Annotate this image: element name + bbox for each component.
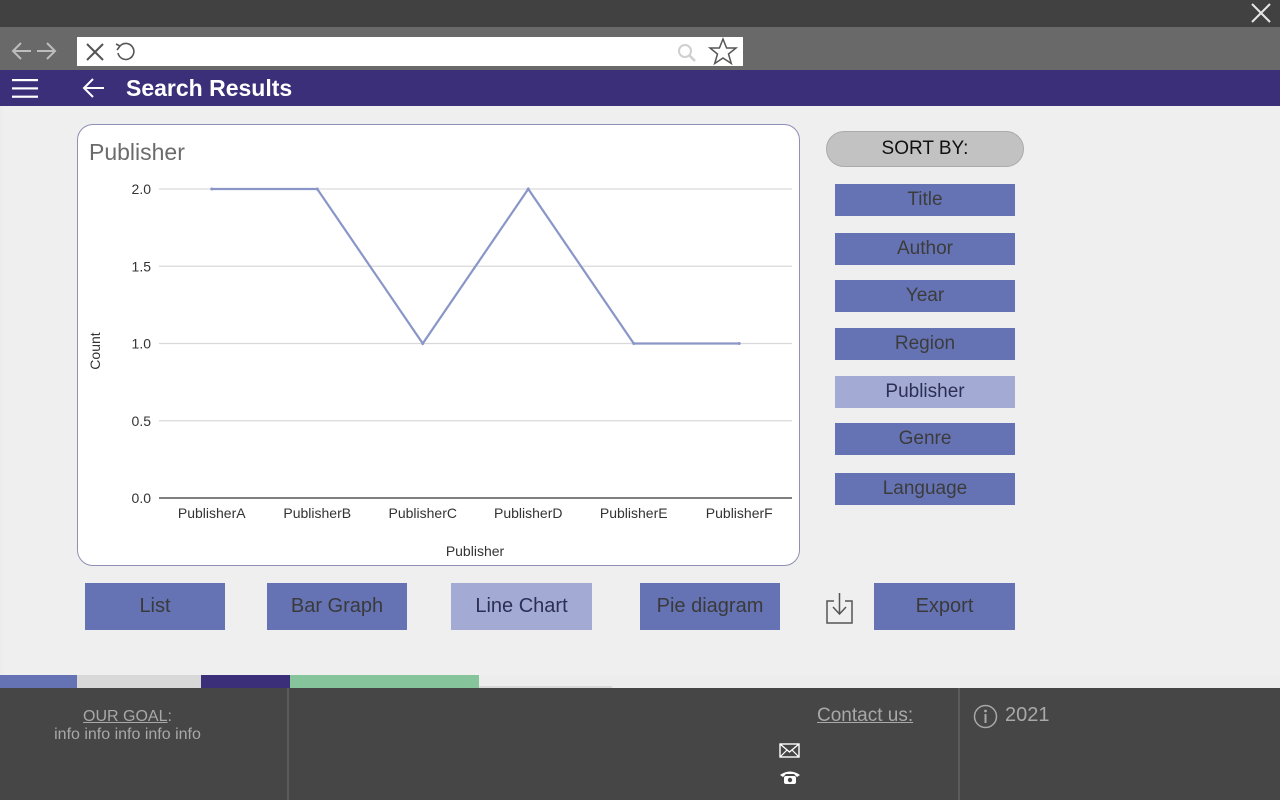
stripe-segment [77, 675, 201, 688]
sort-by-heading: SORT BY: [826, 131, 1024, 167]
y-tick-label: 1.5 [132, 258, 152, 274]
data-point [632, 342, 636, 345]
y-tick-label: 1.0 [132, 336, 152, 352]
sort-publisher-button[interactable]: Publisher [835, 376, 1015, 408]
back-arrow-icon[interactable] [11, 42, 31, 60]
sort-year-button[interactable]: Year [835, 280, 1015, 312]
address-bar[interactable] [77, 37, 743, 66]
data-point [210, 187, 214, 191]
bar-graph-button[interactable]: Bar Graph [267, 583, 407, 630]
phone-icon[interactable] [779, 770, 801, 785]
sort-author-button[interactable]: Author [835, 233, 1015, 265]
x-tick-label: PublisherD [494, 505, 562, 521]
star-icon[interactable] [707, 37, 739, 66]
sort-genre-button[interactable]: Genre [835, 423, 1015, 455]
hamburger-icon[interactable] [12, 79, 39, 98]
x-tick-label: PublisherE [600, 505, 668, 521]
x-axis-label: Publisher [446, 543, 505, 559]
x-tick-label: PublisherB [283, 505, 351, 521]
data-point [737, 342, 741, 345]
footer-divider [958, 688, 960, 800]
browser-toolbar [0, 27, 1280, 70]
download-icon[interactable] [825, 592, 854, 625]
forward-arrow-icon[interactable] [37, 42, 57, 60]
close-icon[interactable] [1250, 2, 1272, 24]
sort-language-button[interactable]: Language [835, 473, 1015, 505]
app-header: Search Results [0, 70, 1280, 106]
our-goal-colon: : [167, 708, 172, 725]
reload-icon[interactable] [114, 41, 138, 63]
clear-icon[interactable] [85, 42, 105, 62]
y-tick-label: 0.0 [132, 490, 152, 506]
copyright-year: 2021 [1005, 704, 1050, 726]
y-tick-label: 0.5 [132, 413, 152, 429]
x-tick-label: PublisherF [706, 505, 773, 521]
back-arrow-icon[interactable] [82, 76, 106, 100]
y-tick-label: 2.0 [132, 181, 152, 197]
footer-divider [287, 688, 289, 800]
stripe-segment [290, 675, 479, 688]
list-view-button[interactable]: List [85, 583, 225, 630]
x-tick-label: PublisherA [178, 505, 246, 521]
line-chart: 0.0 0.5 1.0 1.5 2.0 PublisherA PublisherB Publi… [87, 181, 792, 559]
page-title: Search Results [126, 75, 293, 101]
stripe-segment [201, 675, 290, 688]
sort-title-button[interactable]: Title [835, 184, 1015, 216]
stripe-segment [0, 675, 77, 688]
chart-card: Publisher 0.0 0.5 1.0 1.5 2.0 PublisherA Publi… [77, 124, 800, 566]
browser-nav [11, 42, 57, 60]
sort-region-button[interactable]: Region [835, 328, 1015, 360]
export-button[interactable]: Export [874, 583, 1015, 630]
contact-us-link[interactable]: Contact us: [817, 705, 913, 727]
mail-icon[interactable] [779, 743, 800, 758]
pie-diagram-button[interactable]: Pie diagram [640, 583, 780, 630]
window-titlebar [0, 0, 1280, 27]
y-axis-label: Count [87, 332, 103, 369]
our-goal-link[interactable]: OUR GOAL [83, 708, 167, 725]
line-chart-button[interactable]: Line Chart [451, 583, 592, 630]
url-input[interactable] [137, 41, 671, 63]
data-point [421, 342, 425, 345]
our-goal-section: OUR GOAL: info info info info info [0, 708, 255, 744]
x-tick-label: PublisherC [389, 505, 457, 521]
data-point [315, 187, 319, 191]
data-point [526, 187, 530, 191]
info-icon [973, 704, 998, 729]
footer: OUR GOAL: info info info info info Conta… [0, 688, 1280, 800]
search-icon[interactable] [677, 43, 697, 63]
our-goal-text: info info info info info [54, 726, 201, 743]
